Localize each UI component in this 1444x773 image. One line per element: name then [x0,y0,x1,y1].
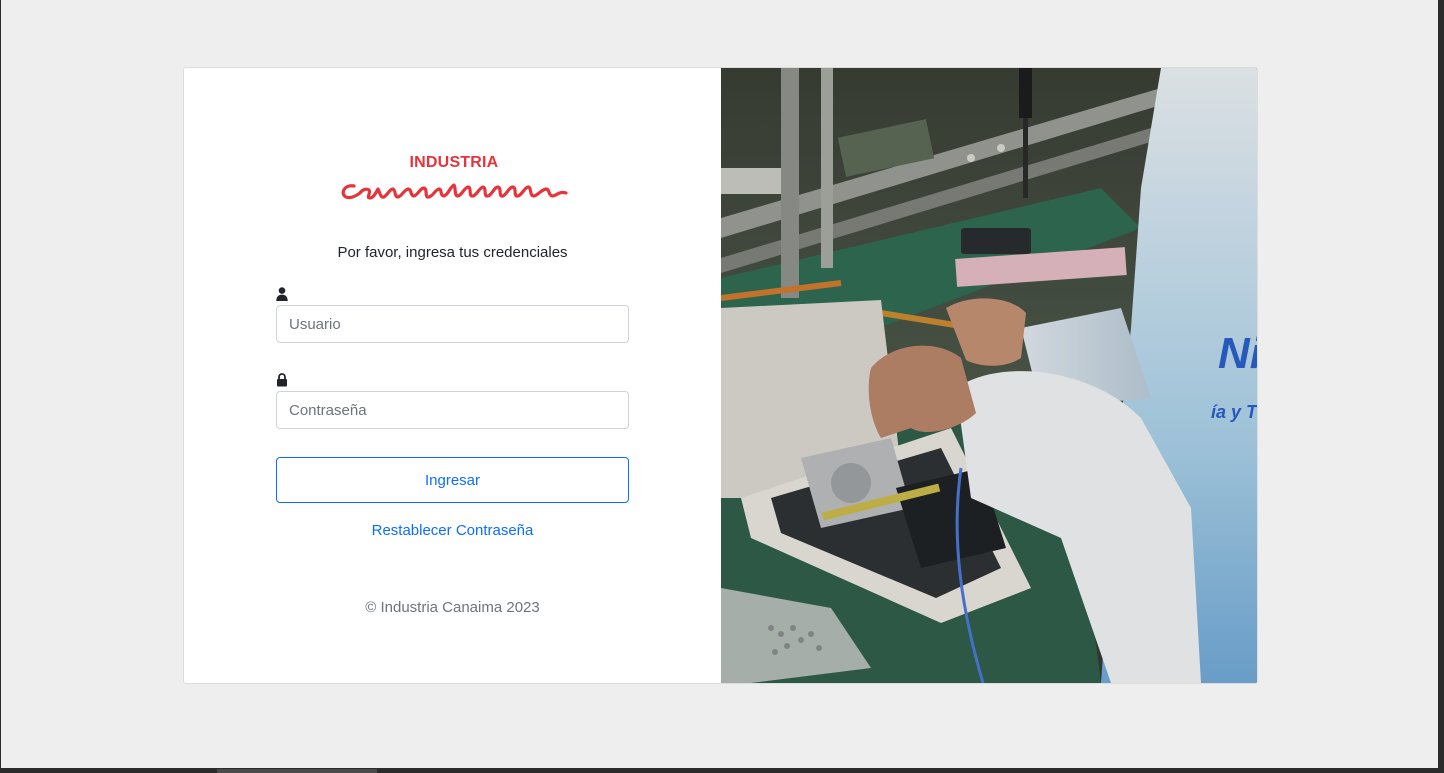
brand-logo: INDUSTRIA [336,154,572,204]
login-card: INDUSTRIA Por favor, ingresa tus credenc… [183,67,1258,684]
hero-photo: Ni ía y T [721,68,1257,683]
page-background: INDUSTRIA Por favor, ingresa tus credenc… [1,0,1438,768]
copyright-footer: © Industria Canaima 2023 [365,599,540,616]
password-input[interactable] [276,391,629,429]
login-button[interactable]: Ingresar [276,457,629,503]
reset-password-link[interactable]: Restablecer Contraseña [184,522,721,539]
taskbar-hint [217,769,377,773]
hero-photo-image: Ni ía y T [721,68,1257,683]
logo-script-icon [341,183,568,200]
username-input[interactable] [276,305,629,343]
login-panel: INDUSTRIA Por favor, ingresa tus credenc… [184,68,721,683]
user-icon [276,287,288,301]
logo-wordmark-top: INDUSTRIA [409,154,499,171]
login-subtitle: Por favor, ingresa tus credenciales [337,244,568,261]
lock-icon [277,373,287,387]
